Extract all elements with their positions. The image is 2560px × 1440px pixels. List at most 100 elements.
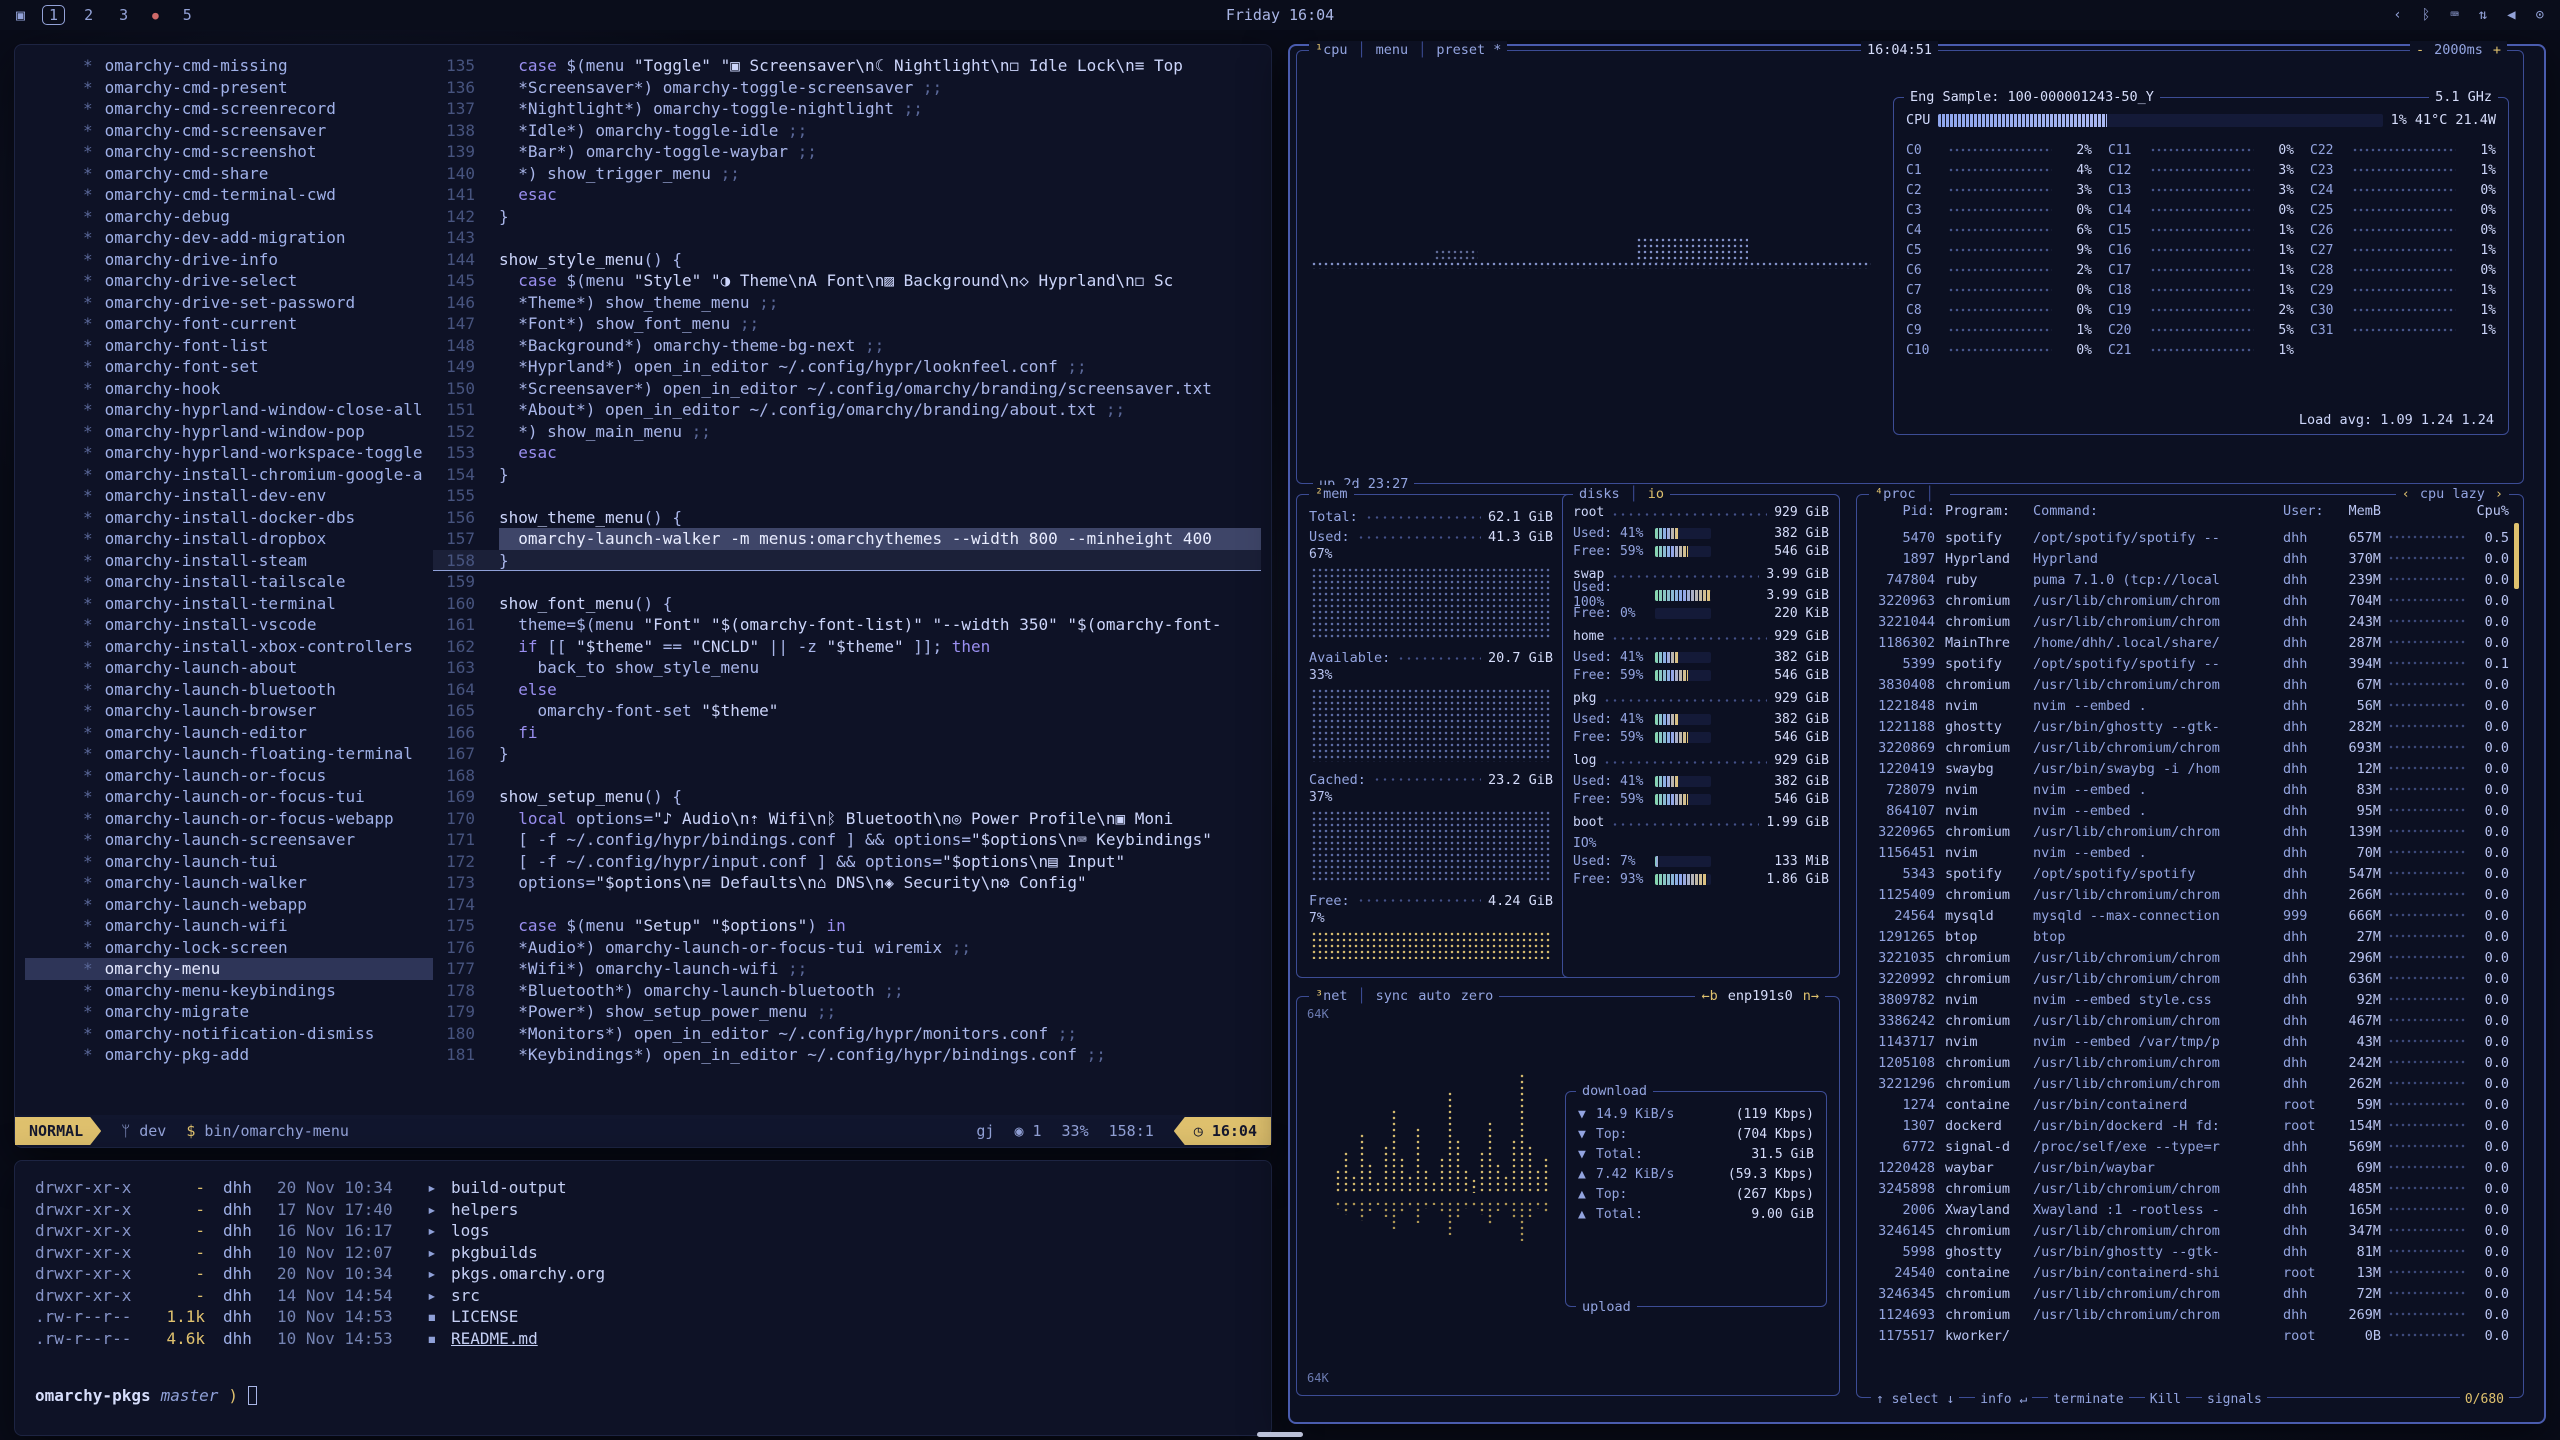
footer-action[interactable]: info ↵ [1975,1392,2032,1407]
col-pid[interactable]: Pid: [1867,503,1935,519]
launcher-icon[interactable]: ▣ [16,6,25,24]
workspace-5[interactable]: 5 [177,6,198,24]
next-interface-button[interactable]: n→ [1803,987,1819,1005]
sidebar-item[interactable]: *omarchy-install-steam [83,550,433,572]
footer-action[interactable]: terminate [2048,1392,2128,1407]
shell-prompt[interactable]: omarchy-pkgs master ) [35,1386,257,1405]
cpu-box-title[interactable]: ¹cpu [1315,41,1348,59]
process-row[interactable]: 5343spotify/opt/spotify/spotifydhh547M0.… [1867,863,2509,884]
sidebar-item[interactable]: *omarchy-install-docker-dbs [83,507,433,529]
sidebar-item[interactable]: *omarchy-launch-floating-terminal [83,743,433,765]
workspace-1[interactable]: 1 [43,6,64,24]
sidebar-item[interactable]: *omarchy-launch-screensaver [83,829,433,851]
process-row[interactable]: 3221044chromium/usr/lib/chromium/chromdh… [1867,611,2509,632]
power-icon[interactable]: ⊙ [2536,7,2544,23]
process-row[interactable]: 6772signal-d/proc/self/exe --type=rdhh56… [1867,1136,2509,1157]
process-row[interactable]: 1221848nvimnvim --embed .dhh56M0.0 [1867,695,2509,716]
sidebar-item[interactable]: *omarchy-install-terminal [83,593,433,615]
sidebar-item[interactable]: *omarchy-migrate [83,1001,433,1023]
col-command[interactable]: Command: [2027,503,2283,519]
sidebar-item[interactable]: *omarchy-cmd-screenrecord [83,98,433,120]
menu-button[interactable]: menu [1376,41,1409,59]
process-row[interactable]: 3386242chromium/usr/lib/chromium/chromdh… [1867,1010,2509,1031]
network-box-title[interactable]: ³net [1315,987,1348,1005]
workspace-3[interactable]: 3 [113,6,134,24]
process-row[interactable]: 864107nvimnvim --embed .dhh95M0.0 [1867,800,2509,821]
sidebar-item[interactable]: *omarchy-hyprland-window-pop [83,421,433,443]
sidebar-item[interactable]: *omarchy-install-dropbox [83,528,433,550]
file-name[interactable]: pkgbuilds [451,1242,538,1264]
file-name[interactable]: logs [451,1220,490,1242]
process-row[interactable]: 5399spotify/opt/spotify/spotify --dhh394… [1867,653,2509,674]
sidebar-item[interactable]: *omarchy-drive-select [83,270,433,292]
sidebar-item[interactable]: *omarchy-cmd-terminal-cwd [83,184,433,206]
file-name[interactable]: LICENSE [451,1306,518,1328]
sidebar-item[interactable]: *omarchy-install-vscode [83,614,433,636]
sidebar-item[interactable]: *omarchy-font-list [83,335,433,357]
sidebar-item[interactable]: *omarchy-cmd-missing [83,55,433,77]
file-name[interactable]: pkgs.omarchy.org [451,1263,605,1285]
process-row[interactable]: 5470spotify/opt/spotify/spotify --dhh657… [1867,527,2509,548]
sidebar-item[interactable]: *omarchy-launch-webapp [83,894,433,916]
process-row[interactable]: 3246145chromium/usr/lib/chromium/chromdh… [1867,1220,2509,1241]
process-row[interactable]: 1125409chromium/usr/lib/chromium/chromdh… [1867,884,2509,905]
process-row[interactable]: 1156451nvimnvim --embed .dhh70M0.0 [1867,842,2509,863]
col-cpu[interactable]: Cpu% [2473,503,2509,519]
chevron-left-icon[interactable]: ‹ [2393,7,2401,23]
sidebar-item[interactable]: *omarchy-cmd-present [83,77,433,99]
sidebar-item[interactable]: *omarchy-hyprland-workspace-toggle [83,442,433,464]
sidebar-item[interactable]: *omarchy-install-tailscale [83,571,433,593]
process-row[interactable]: 747804rubypuma 7.1.0 (tcp://localdhh239M… [1867,569,2509,590]
sidebar-item[interactable]: *omarchy-font-current [83,313,433,335]
process-row[interactable]: 1186302MainThre/home/dhh/.local/share/dh… [1867,632,2509,653]
process-row[interactable]: 1220428waybar/usr/bin/waybardhh69M0.0 [1867,1157,2509,1178]
process-row[interactable]: 1221188ghostty/usr/bin/ghostty --gtk-dhh… [1867,716,2509,737]
sidebar-item[interactable]: *omarchy-pkg-add [83,1044,433,1066]
sidebar-item[interactable]: *omarchy-menu [25,958,433,980]
process-row[interactable]: 1291265btopbtopdhh27M0.0 [1867,926,2509,947]
sidebar-item[interactable]: *omarchy-launch-wifi [83,915,433,937]
process-list[interactable]: 5470spotify/opt/spotify/spotify --dhh657… [1867,527,2509,1385]
sidebar-item[interactable]: *omarchy-launch-about [83,657,433,679]
process-row[interactable]: 3220963chromium/usr/lib/chromium/chromdh… [1867,590,2509,611]
sidebar-item[interactable]: *omarchy-hook [83,378,433,400]
sidebar-item[interactable]: *omarchy-drive-info [83,249,433,271]
sidebar-item[interactable]: *omarchy-hyprland-window-close-all [83,399,433,421]
process-row[interactable]: 3245898chromium/usr/lib/chromium/chromdh… [1867,1178,2509,1199]
process-row[interactable]: 1274containe/usr/bin/containerdroot59M0.… [1867,1094,2509,1115]
process-row[interactable]: 3221296chromium/usr/lib/chromium/chromdh… [1867,1073,2509,1094]
file-name[interactable]: build-output [451,1177,567,1199]
code-area[interactable]: 135 case $(menu "Toggle" "▣ Screensaver\… [433,55,1261,1111]
preset-button[interactable]: preset * [1436,41,1501,59]
footer-action[interactable]: signals [2202,1392,2267,1407]
clock[interactable]: Friday 16:04 [1226,6,1334,24]
process-row[interactable]: 24540containe/usr/bin/containerd-shiroot… [1867,1262,2509,1283]
col-memb[interactable]: MemB [2333,503,2381,519]
sidebar-item[interactable]: *omarchy-menu-keybindings [83,980,433,1002]
process-row[interactable]: 2006XwaylandXwayland :1 -rootless -dhh16… [1867,1199,2509,1220]
process-row[interactable]: 1897HyprlandHyprlanddhh370M0.0 [1867,548,2509,569]
sidebar-item[interactable]: *omarchy-cmd-screensaver [83,120,433,142]
sidebar-item[interactable]: *omarchy-debug [83,206,433,228]
process-row[interactable]: 1307dockerd/usr/bin/dockerd -H fd:root15… [1867,1115,2509,1136]
sidebar-item[interactable]: *omarchy-launch-browser [83,700,433,722]
process-row[interactable]: 1205108chromium/usr/lib/chromium/chromdh… [1867,1052,2509,1073]
sidebar-item[interactable]: *omarchy-launch-or-focus-webapp [83,808,433,830]
memory-box-title[interactable]: ²mem [1315,485,1348,503]
footer-action[interactable]: Kill [2145,1392,2186,1407]
footer-action[interactable]: ↑ select ↓ [1871,1392,1959,1407]
sort-left-arrow[interactable]: ‹ [2402,485,2410,503]
sidebar-item[interactable]: *omarchy-launch-tui [83,851,433,873]
sidebar-item[interactable]: *omarchy-cmd-screenshot [83,141,433,163]
sidebar-item[interactable]: *omarchy-launch-walker [83,872,433,894]
file-name[interactable]: helpers [451,1199,518,1221]
process-row[interactable]: 3246345chromium/usr/lib/chromium/chromdh… [1867,1283,2509,1304]
sidebar-item[interactable]: *omarchy-install-xbox-controllers [83,636,433,658]
interval-minus-button[interactable]: - [2416,41,2424,59]
sidebar-item[interactable]: *omarchy-font-set [83,356,433,378]
network-icon[interactable]: ⇅ [2479,7,2487,23]
process-row[interactable]: 1220419swaybg/usr/bin/swaybg -i /homdhh1… [1867,758,2509,779]
net-control-sync[interactable]: sync [1376,987,1409,1005]
process-scrollbar[interactable] [2514,523,2519,589]
file-name[interactable]: README.md [451,1328,538,1350]
